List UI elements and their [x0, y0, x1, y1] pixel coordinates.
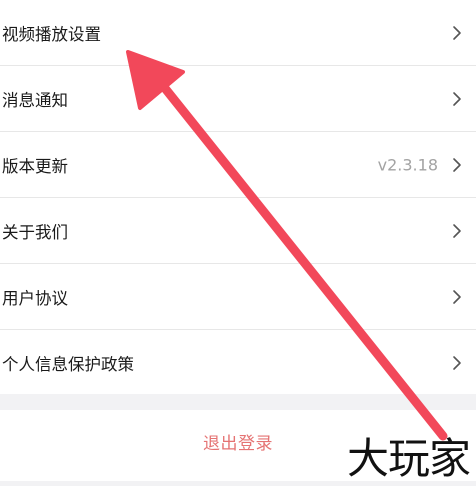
- watermark-logo: 大玩家: [346, 434, 471, 483]
- settings-item-label: 个人信息保护政策: [2, 355, 134, 374]
- logout-label: 退出登录: [203, 433, 273, 454]
- settings-item-label: 用户协议: [2, 289, 68, 308]
- chevron-right-icon: [453, 356, 461, 370]
- settings-item-privacy-policy[interactable]: 个人信息保护政策: [0, 330, 476, 396]
- settings-item-label: 版本更新: [2, 157, 68, 176]
- settings-item-notifications[interactable]: 消息通知: [0, 66, 476, 132]
- chevron-right-icon: [453, 158, 461, 172]
- chevron-right-icon: [453, 92, 461, 106]
- settings-list: 视频播放设置 消息通知 版本更新 v2.3.18 关于我们 用户协议 个人信息保…: [0, 0, 476, 394]
- chevron-right-icon: [453, 26, 461, 40]
- settings-item-label: 视频播放设置: [2, 25, 101, 44]
- settings-item-user-agreement[interactable]: 用户协议: [0, 264, 476, 330]
- chevron-right-icon: [453, 224, 461, 238]
- settings-item-about-us[interactable]: 关于我们: [0, 198, 476, 264]
- settings-item-version-update[interactable]: 版本更新 v2.3.18: [0, 132, 476, 198]
- chevron-right-icon: [453, 290, 461, 304]
- version-number: v2.3.18: [377, 155, 438, 175]
- settings-item-video-playback[interactable]: 视频播放设置: [0, 0, 476, 66]
- settings-item-label: 消息通知: [2, 91, 68, 110]
- settings-item-label: 关于我们: [2, 223, 68, 242]
